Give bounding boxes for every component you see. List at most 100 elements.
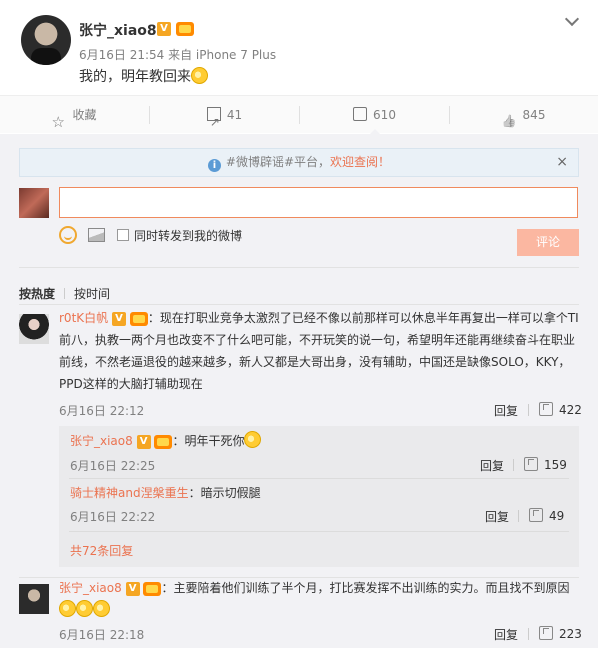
sort-by-time-tab[interactable]: 按时间 — [74, 287, 110, 301]
emoji-smile-icon[interactable] — [59, 226, 77, 244]
comment-line: 前八，执教一两个月也改变不了什么吧可能，不开玩笑的说一句，希望明年还能再继续奋斗… — [59, 333, 576, 347]
laugh-cry-emoji-icon — [93, 600, 110, 617]
comment-username[interactable]: 张宁_xiao8 — [59, 581, 122, 595]
reply-button[interactable]: 回复 — [494, 402, 518, 419]
divider — [19, 267, 579, 268]
member-crown-icon — [129, 311, 148, 326]
favorite-label: 收藏 — [72, 108, 97, 122]
comment-username[interactable]: r0tK白帆 — [59, 311, 108, 325]
clap-emoji-icon — [244, 431, 262, 448]
like-count: 845 — [522, 108, 546, 122]
sub-reply-time: 6月16日 22:22 — [70, 510, 156, 524]
member-crown-icon — [154, 434, 173, 449]
sub-reply-content: ：明年干死你 — [172, 434, 245, 448]
member-crown-icon[interactable] — [176, 21, 194, 36]
comment-line-text: ：现在打职业竞争太激烈了已经不像以前那样可以休息半年再复出一样可以拿个TI — [147, 311, 579, 325]
divider — [69, 531, 569, 532]
reply-button[interactable]: 回复 — [485, 508, 509, 525]
info-icon: i — [207, 159, 221, 172]
sub-reply-username[interactable]: 张宁_xiao8 — [70, 434, 133, 448]
sub-reply-like-button[interactable]: 49 — [529, 508, 564, 523]
laugh-cry-emoji-icon — [59, 600, 76, 617]
weibo-post: 张宁_xiao8 V 6月16日 21:54 来自 iPhone 7 Plus … — [0, 0, 598, 95]
sub-reply-username[interactable]: 骑士精神and涅槃重生 — [70, 486, 189, 500]
share-button[interactable]: 41 — [150, 96, 299, 141]
notice-text: #微博辟谣#平台， — [225, 155, 331, 169]
author-badges: V — [157, 21, 199, 36]
post-meta: 6月16日 21:54 来自 iPhone 7 Plus — [79, 48, 277, 62]
post-action-bar: 收藏 41 610 845 — [0, 95, 598, 141]
comment-like-button[interactable]: 422 — [539, 402, 582, 417]
share-count: 41 — [226, 108, 243, 122]
sub-reply-like-count: 159 — [544, 458, 567, 472]
author-name[interactable]: 张宁_xiao8 — [79, 20, 157, 40]
close-icon[interactable]: × — [556, 149, 568, 176]
sort-divider — [64, 288, 66, 299]
post-text: 我的，明年教回来 — [79, 66, 208, 86]
action-divider — [528, 628, 529, 640]
chevron-down-icon[interactable] — [565, 14, 579, 28]
author-avatar[interactable] — [21, 15, 71, 65]
commenter-avatar[interactable] — [19, 314, 49, 344]
comment-icon — [353, 107, 368, 121]
sub-reply-panel: 张宁_xiao8 V ：明年干死你 6月16日 22:25 回复 159 骑士精… — [59, 426, 579, 567]
thumbs-up-icon — [539, 626, 553, 640]
laugh-cry-emoji-icon — [76, 600, 93, 617]
reply-button[interactable]: 回复 — [494, 626, 518, 643]
repost-checkbox[interactable] — [117, 229, 129, 241]
thumbs-up-icon — [503, 107, 517, 121]
divider — [19, 304, 579, 305]
comment-like-count: 422 — [559, 403, 582, 417]
comment-line: 前线，不然老逼退役的越来越多，新人又都是大哥出身，没有辅助，中国还是缺像SOLO… — [59, 355, 571, 369]
repost-label[interactable]: 同时转发到我的微博 — [134, 227, 242, 244]
thumbs-up-icon — [539, 402, 553, 416]
reply-button[interactable]: 回复 — [480, 457, 504, 474]
action-divider — [518, 510, 519, 522]
sort-by-hot-tab[interactable]: 按热度 — [19, 287, 55, 301]
thumbs-up-icon — [529, 508, 543, 522]
verified-v-icon: V — [125, 581, 140, 596]
sub-reply-content: ：暗示切假腿 — [188, 486, 261, 500]
comment-line: PPD这样的大脑打辅助现在 — [59, 377, 203, 391]
member-crown-icon — [143, 581, 162, 596]
divider — [69, 478, 569, 479]
post-text-content: 我的，明年教回来 — [79, 69, 191, 85]
sub-reply-like-button[interactable]: 159 — [524, 457, 567, 472]
comment-time: 6月16日 22:12 — [59, 404, 145, 418]
comment-emoji-row — [59, 599, 579, 621]
comment-like-count: 223 — [559, 627, 582, 641]
rumor-notice-bar: i #微博辟谣#平台，欢迎查阅！ × — [19, 148, 579, 177]
comment-like-button[interactable]: 223 — [539, 626, 582, 641]
sub-reply-text: 张宁_xiao8 V ：明年干死你 — [70, 430, 262, 452]
laugh-cry-emoji-icon — [191, 67, 208, 84]
verified-v-icon[interactable]: V — [157, 21, 171, 36]
comment-line-text: ：主要陪着他们训练了半个月，打比赛发挥不出训练的实力。而且找不到原因 — [161, 581, 570, 595]
commenter-avatar[interactable] — [19, 584, 49, 614]
comment-line: 张宁_xiao8 V ：主要陪着他们训练了半个月，打比赛发挥不出训练的实力。而且… — [59, 577, 579, 599]
sort-tabs: 按热度 按时间 — [19, 285, 110, 302]
comment-count: 610 — [373, 108, 396, 122]
notice-link[interactable]: 欢迎查阅！ — [330, 155, 390, 169]
verified-v-icon: V — [136, 434, 151, 449]
submit-comment-button[interactable]: 评论 — [517, 229, 579, 256]
sub-reply-time: 6月16日 22:25 — [70, 459, 156, 473]
comment-panel: i #微博辟谣#平台，欢迎查阅！ × 同时转发到我的微博 评论 按热度 按时间 r0… — [0, 134, 598, 648]
current-user-avatar — [19, 188, 49, 218]
like-button[interactable]: 845 — [450, 96, 598, 134]
favorite-button[interactable]: 收藏 — [0, 96, 149, 141]
comment-text: r0tK白帆 V ：现在打职业竞争太激烈了已经不像以前那样可以休息半年再复出一样… — [59, 307, 579, 395]
thumbs-up-icon — [524, 457, 538, 471]
action-divider — [528, 404, 529, 416]
sub-reply-like-count: 49 — [549, 509, 565, 523]
comment-time: 6月16日 22:18 — [59, 628, 145, 642]
comment-text: 张宁_xiao8 V ：主要陪着他们训练了半个月，打比赛发挥不出训练的实力。而且… — [59, 577, 579, 621]
verified-v-icon: V — [111, 311, 126, 326]
image-upload-icon[interactable] — [88, 228, 105, 242]
sub-reply-text: 骑士精神and涅槃重生：暗示切假腿 — [70, 482, 261, 504]
more-replies-link[interactable]: 共72条回复 — [70, 542, 133, 559]
comment-button[interactable]: 610 — [300, 96, 449, 135]
comment-line: r0tK白帆 V ：现在打职业竞争太激烈了已经不像以前那样可以休息半年再复出一样… — [59, 307, 579, 329]
star-icon — [51, 103, 66, 141]
comment-input[interactable] — [59, 187, 578, 218]
share-icon — [206, 103, 221, 141]
